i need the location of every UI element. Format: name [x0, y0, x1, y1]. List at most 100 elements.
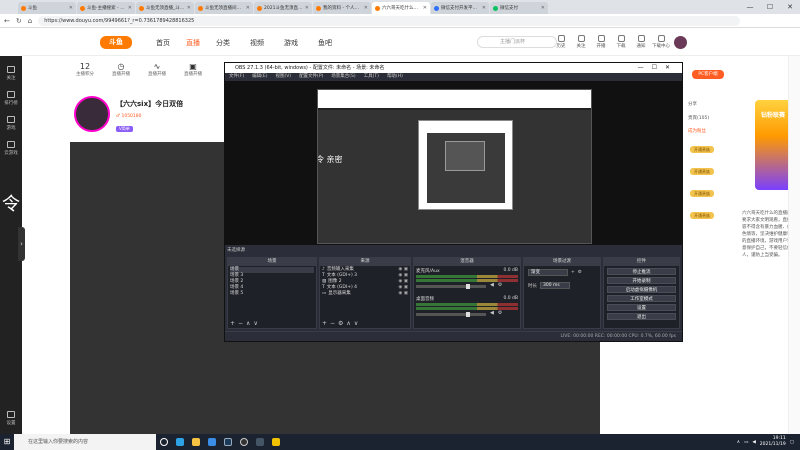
home-icon[interactable]: ⌂ [28, 17, 32, 25]
volume-slider[interactable] [416, 311, 486, 317]
menu-tools[interactable]: 工具(T) [364, 73, 379, 81]
minimize-button[interactable]: — [740, 0, 760, 14]
sidebar-item-rank[interactable]: 排行榜 [0, 91, 22, 106]
noble-button[interactable]: 开通贵族 [690, 168, 714, 175]
browser-tab[interactable]: 微信支付开发平台_百度搜索✕ [431, 2, 489, 14]
stat-start[interactable]: ◷ 直播开播 [106, 62, 136, 77]
nav-video[interactable]: 视频 [250, 38, 264, 48]
speaker-icon[interactable]: ◀ [490, 282, 494, 288]
download-center-button[interactable]: 下载中心 [652, 35, 670, 49]
browser-tab[interactable]: 微信支付 ✕ [490, 2, 548, 14]
app-icon[interactable] [252, 434, 268, 450]
windows-start-icon[interactable]: ⊞ [0, 434, 14, 450]
notification-button[interactable]: 通知 [632, 35, 650, 49]
search-input[interactable]: 主播门派杯 [477, 36, 557, 48]
gear-icon[interactable]: ⚙ [498, 310, 502, 316]
store-icon[interactable] [204, 434, 220, 450]
sidebar-item-game[interactable]: 游戏 [0, 116, 22, 131]
sidebar-item-follow[interactable]: 关注 [0, 66, 22, 81]
obs-icon[interactable] [236, 434, 252, 450]
transition-select[interactable]: 渐变 [528, 269, 568, 276]
network-icon[interactable]: ▭ [744, 440, 748, 445]
volume-slider[interactable] [416, 283, 486, 289]
close-tab-icon[interactable]: ✕ [69, 5, 73, 11]
close-tab-icon[interactable]: ✕ [541, 5, 545, 11]
menu-edit[interactable]: 编辑(E) [252, 73, 267, 81]
duration-input[interactable]: 300 ms [540, 282, 570, 289]
chevron-up-icon[interactable]: ∧ [737, 440, 740, 445]
start-recording-button[interactable]: 开始录制 [607, 277, 676, 284]
virtual-camera-button[interactable]: 启动虚拟摄像机 [607, 286, 676, 293]
menu-scene-collection[interactable]: 场景集合(S) [331, 73, 355, 81]
browser-tab[interactable]: 斗鱼-主播搜索 - 斗鱼直…✕ [77, 2, 135, 14]
browser-tab[interactable]: 2021斗鱼无须直播间直播…✕ [254, 2, 312, 14]
file-explorer-icon[interactable] [188, 434, 204, 450]
close-tab-icon[interactable]: ✕ [246, 5, 250, 11]
source-toolbar[interactable]: +−⚙∧∨ [322, 320, 361, 327]
share-link[interactable]: 分享 [688, 101, 697, 107]
close-tab-icon[interactable]: ✕ [187, 5, 191, 11]
scene-item[interactable]: 场景 5 [230, 291, 314, 297]
nav-game[interactable]: 游戏 [284, 38, 298, 48]
download-button[interactable]: 下载 [612, 35, 630, 49]
user-avatar[interactable] [674, 36, 687, 49]
task-view-icon[interactable] [156, 434, 172, 450]
maximize-button[interactable]: ☐ [760, 0, 780, 14]
sidebar-item-cloud-game[interactable]: 云游戏 [0, 141, 22, 156]
promo-banner[interactable]: 钻粉联赛 [755, 100, 791, 190]
edge-icon[interactable] [172, 434, 188, 450]
back-icon[interactable]: ← [4, 17, 10, 25]
pc-client-button[interactable]: PC客户端 [692, 70, 724, 79]
close-tab-icon[interactable]: ✕ [305, 5, 309, 11]
gear-icon[interactable]: ⚙ [578, 270, 582, 275]
become-fan-button[interactable]: 成为粉丝 [688, 128, 706, 134]
noble-button[interactable]: 开通贵族 [690, 190, 714, 197]
obs-window-controls[interactable]: —☐✕ [638, 63, 678, 73]
sidebar-item-settings[interactable]: 设置 [0, 411, 22, 426]
volume-icon[interactable]: ◀ [752, 440, 755, 445]
close-tab-icon[interactable]: ✕ [482, 5, 486, 11]
start-live-button[interactable]: 开播 [592, 35, 610, 49]
gear-icon[interactable]: ⚙ [498, 282, 502, 288]
stop-streaming-button[interactable]: 停止推流 [607, 268, 676, 275]
browser-tab[interactable]: 斗鱼无须直播间直播…✕ [195, 2, 253, 14]
menu-help[interactable]: 帮助(H) [387, 73, 403, 81]
history-button[interactable]: 历史 [552, 35, 570, 49]
stat-score[interactable]: 12 主播积分 [70, 62, 100, 77]
add-icon[interactable]: + [571, 270, 575, 275]
browser-tab[interactable]: 斗鱼无须直播_斗鱼直播间…✕ [136, 2, 194, 14]
browser-tab[interactable]: 我的资料 - 个人中心 - 斗鱼✕ [313, 2, 371, 14]
close-button[interactable]: ✕ [780, 0, 800, 14]
yellow-app-icon[interactable] [268, 434, 284, 450]
vip-count[interactable]: 贵宾(105) [688, 115, 709, 121]
taskbar-search-input[interactable]: 在这里输入你要搜索的内容 [14, 434, 156, 450]
menu-profile[interactable]: 配置文件(P) [299, 73, 323, 81]
menu-view[interactable]: 视图(V) [275, 73, 291, 81]
url-input[interactable]: https://www.douyu.com/9949661?_r=0.73617… [38, 15, 740, 26]
stat-gift[interactable]: ▣ 直播开播 [178, 62, 208, 77]
browser-tab[interactable]: 斗鱼 ✕ [18, 2, 76, 14]
scene-toolbar[interactable]: +−∧∨ [230, 320, 261, 327]
settings-button[interactable]: 设置 [607, 304, 676, 311]
steam-icon[interactable] [220, 434, 236, 450]
eye-icon[interactable]: ◉ ▣ [398, 291, 408, 297]
nav-live[interactable]: 直播 [186, 38, 200, 48]
close-tab-icon[interactable]: ✕ [364, 5, 368, 11]
noble-button[interactable]: 开通贵族 [690, 146, 714, 153]
close-tab-icon[interactable]: ✕ [423, 5, 427, 11]
douyu-logo[interactable]: 斗鱼 [100, 36, 132, 49]
sidebar-toggle[interactable]: › [18, 227, 25, 261]
speaker-icon[interactable]: ◀ [490, 310, 494, 316]
notification-icon[interactable]: ▢ [790, 440, 794, 445]
menu-file[interactable]: 文件(F) [229, 73, 244, 81]
clock[interactable]: 19:11 2021/11/19 [760, 436, 786, 448]
follow-button[interactable]: 关注 [572, 35, 590, 49]
studio-mode-button[interactable]: 工作室模式 [607, 295, 676, 302]
source-item[interactable]: ▭ 显示器采集 ◉ ▣ [322, 291, 408, 297]
noble-button[interactable]: 开通贵族 [690, 212, 714, 219]
refresh-icon[interactable]: ↻ [16, 17, 22, 25]
host-avatar[interactable] [74, 96, 110, 132]
nav-category[interactable]: 分类 [216, 38, 230, 48]
close-tab-icon[interactable]: ✕ [128, 5, 132, 11]
nav-fishbar[interactable]: 鱼吧 [318, 38, 332, 48]
